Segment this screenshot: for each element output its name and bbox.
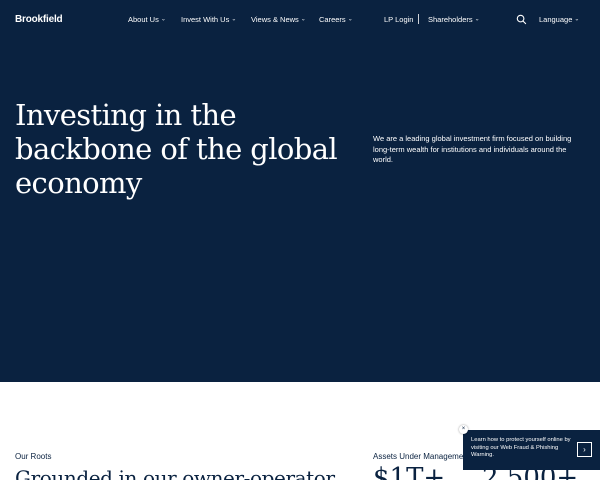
- nav-about-us-label: About Us: [128, 15, 159, 24]
- aum-label: Assets Under Manageme: [373, 452, 464, 461]
- our-roots-title: Grounded in our owner-operator: [15, 466, 335, 480]
- nav-careers-label: Careers: [319, 15, 346, 24]
- chevron-down-icon: ⌄: [474, 16, 480, 23]
- toast-message: Learn how to protect yourself online by …: [471, 437, 571, 459]
- brookfield-logo[interactable]: Brookfield: [15, 14, 63, 25]
- hero-lede: We are a leading global investment firm …: [373, 134, 572, 164]
- chevron-down-icon: ⌄: [574, 16, 580, 23]
- top-navigation: Brookfield About Us ⌄ Invest With Us ⌄ V…: [0, 0, 600, 40]
- language-label: Language: [539, 15, 573, 24]
- chevron-down-icon: ⌄: [160, 16, 166, 23]
- chevron-right-icon: ›: [583, 445, 586, 454]
- nav-views-news-label: Views & News: [251, 15, 299, 24]
- aum-value: $1T+: [373, 463, 446, 480]
- close-icon[interactable]: ×: [459, 425, 468, 434]
- nav-about-us[interactable]: About Us ⌄: [128, 15, 166, 24]
- toast-arrow-button[interactable]: ›: [577, 442, 592, 457]
- nav-divider: [418, 14, 419, 24]
- fraud-warning-toast: Learn how to protect yourself online by …: [463, 430, 600, 470]
- nav-views-news[interactable]: Views & News ⌄: [251, 15, 306, 24]
- hero-section: Brookfield About Us ⌄ Invest With Us ⌄ V…: [0, 0, 600, 382]
- chevron-down-icon: ⌄: [347, 16, 353, 23]
- nav-shareholders[interactable]: Shareholders ⌄: [428, 15, 480, 24]
- nav-invest-with-us-label: Invest With Us: [181, 15, 230, 24]
- nav-invest-with-us[interactable]: Invest With Us ⌄: [181, 15, 236, 24]
- chevron-down-icon: ⌄: [231, 16, 237, 23]
- nav-careers[interactable]: Careers ⌄: [319, 15, 353, 24]
- chevron-down-icon: ⌄: [300, 16, 306, 23]
- language-selector[interactable]: Language ⌄: [539, 15, 579, 24]
- search-icon[interactable]: [516, 14, 527, 25]
- our-roots-label: Our Roots: [15, 452, 52, 461]
- hero-headline: Investing in the backbone of the global …: [15, 98, 338, 200]
- nav-shareholders-label: Shareholders: [428, 15, 473, 24]
- lp-login-link[interactable]: LP Login: [384, 15, 413, 24]
